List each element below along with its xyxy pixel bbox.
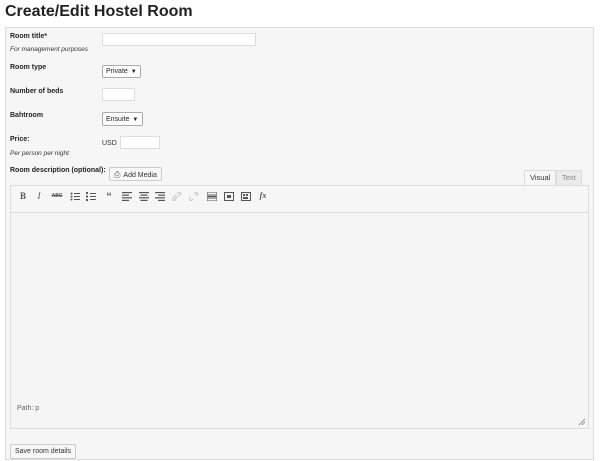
bullet-list-button[interactable] [69, 190, 81, 202]
bullet-list-icon [70, 192, 80, 201]
blockquote-button[interactable]: “ [103, 190, 115, 203]
align-right-icon [155, 192, 165, 201]
editor-statusbar: Path: p [11, 401, 588, 428]
room-title-label: Room title* [10, 33, 47, 40]
beds-label: Number of beds [10, 88, 64, 95]
add-media-label: Add Media [123, 172, 157, 179]
page-title: Create/Edit Hostel Room [5, 3, 193, 20]
add-media-button[interactable]: ⎙ Add Media [109, 167, 162, 181]
room-type-value: Private [106, 68, 128, 75]
align-center-icon [139, 192, 149, 201]
numbered-list-icon [86, 192, 96, 201]
editor-toolbar: B I ABC “ fx [11, 186, 588, 213]
element-path: Path: p [17, 405, 40, 412]
resize-grip-icon[interactable] [578, 418, 586, 426]
tab-visual[interactable]: Visual [524, 170, 557, 186]
chevron-down-icon: ▼ [130, 69, 137, 75]
read-more-button[interactable] [206, 190, 218, 202]
kitchen-sink-icon [241, 192, 251, 201]
align-left-icon [122, 192, 132, 201]
beds-input[interactable] [102, 88, 135, 101]
fullscreen-button[interactable] [223, 190, 235, 202]
description-label: Room description (optional): [10, 167, 106, 174]
toolbar-toggle-button[interactable] [240, 190, 252, 202]
room-title-input[interactable] [102, 33, 256, 46]
media-icon: ⎙ [114, 170, 121, 179]
bold-button[interactable]: B [17, 190, 29, 202]
remove-link-button[interactable] [188, 190, 200, 202]
bathroom-value: Ensuite [106, 116, 130, 123]
tab-text[interactable]: Text [556, 170, 582, 186]
room-title-hint: For management purposes [10, 46, 89, 53]
link-icon [172, 192, 182, 201]
bathroom-select[interactable]: Ensuite ▼ [102, 112, 143, 126]
room-type-label: Room type [10, 64, 47, 71]
fullscreen-icon [224, 192, 234, 201]
read-more-icon [207, 192, 217, 201]
align-center-button[interactable] [138, 190, 150, 202]
strikethrough-button[interactable]: ABC [51, 190, 63, 202]
room-type-select[interactable]: Private ▼ [102, 65, 141, 78]
price-input[interactable] [120, 136, 160, 149]
editor-content-area[interactable] [11, 213, 588, 403]
align-left-button[interactable] [121, 190, 133, 202]
price-label: Price: [10, 136, 30, 143]
formula-button[interactable]: fx [257, 190, 269, 202]
save-room-button[interactable]: Save room details [10, 444, 77, 459]
bathroom-label: Bahtroom [10, 112, 44, 119]
price-hint: Per person per night [10, 150, 69, 157]
numbered-list-button[interactable] [85, 190, 97, 202]
unlink-icon [189, 192, 199, 201]
align-right-button[interactable] [154, 190, 166, 202]
currency-label: USD [102, 140, 117, 147]
insert-link-button[interactable] [171, 190, 183, 202]
chevron-down-icon: ▼ [132, 117, 139, 123]
italic-button[interactable]: I [33, 190, 45, 202]
rich-text-editor: B I ABC “ fx Path: p [10, 185, 589, 429]
